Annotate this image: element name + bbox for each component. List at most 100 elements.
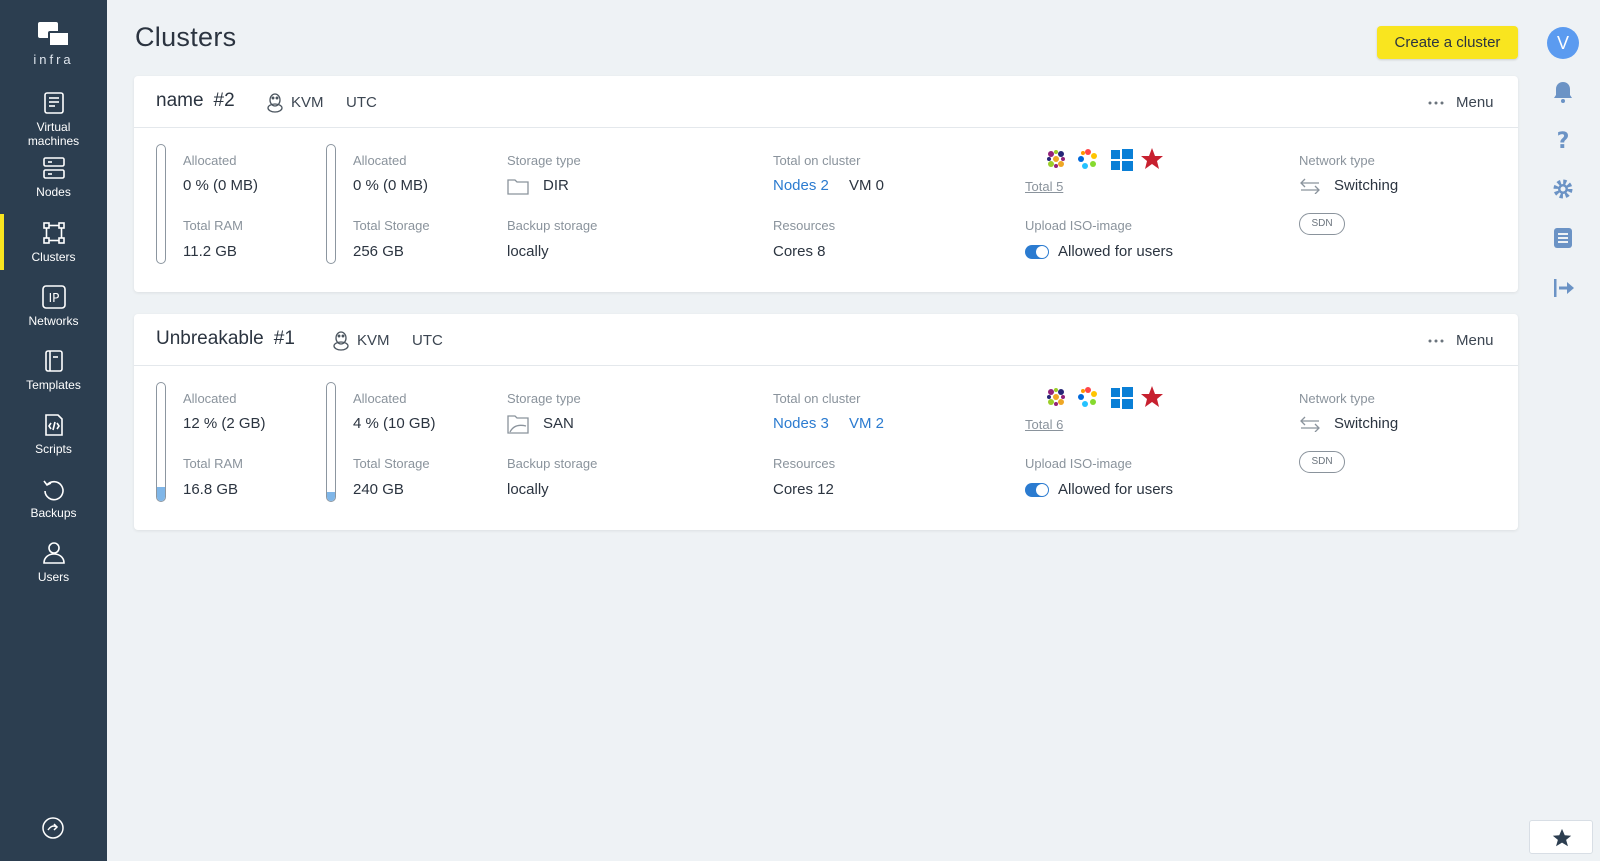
create-cluster-button[interactable]: Create a cluster [1377,26,1518,59]
total-on-cluster-label: Total on cluster [773,391,861,406]
total-ram-label: Total RAM [183,218,243,233]
more-icon[interactable] [1428,101,1444,105]
timezone-label: UTC [346,94,377,111]
ram-allocated-label: Allocated [183,391,237,406]
hypervisor-label: KVM [357,332,390,349]
sidebar-item-label: Virtual machines [27,120,80,148]
upload-iso-value: Allowed for users [1058,243,1174,260]
ram-allocated-label: Allocated [183,153,237,168]
sdn-badge: SDN [1299,213,1345,235]
logout-icon[interactable] [1550,275,1576,301]
folder-icon [507,179,529,195]
resources-value: Cores 12 [773,481,834,498]
log-icon[interactable] [1550,225,1576,251]
total-storage-value: 256 GB [353,243,404,260]
sidebar-item-label: Users [37,570,70,584]
kvm-icon [267,93,283,113]
svg-text:?: ? [1557,129,1570,153]
resources-value: Cores 8 [773,243,826,260]
total-storage-label: Total Storage [353,218,430,233]
san-icon [507,415,529,434]
sidebar-item-scripts[interactable]: Scripts [0,412,107,456]
ram-usage-bar [156,382,166,502]
hypervisor-label: KVM [291,94,324,111]
cluster-title[interactable]: Unbreakable #1 [156,328,295,350]
os-total-link[interactable]: Total 5 [1025,179,1063,194]
gear-icon[interactable] [1550,176,1576,202]
sidebar-item-templates[interactable]: Templates [0,348,107,392]
nodes-link[interactable]: Nodes 2 [773,177,829,194]
star-icon [1552,828,1572,847]
upload-iso-toggle[interactable] [1025,483,1049,497]
sidebar-item-label: Scripts [35,442,72,456]
sidebar-item-label: Networks [28,314,79,328]
total-ram-value: 11.2 GB [183,243,237,260]
total-ram-label: Total RAM [183,456,243,471]
favorites-button[interactable] [1529,820,1593,854]
bell-icon[interactable] [1550,79,1576,105]
ram-usage-fill [157,486,165,501]
upload-iso-label: Upload ISO-image [1025,218,1132,233]
cluster-card-header: Unbreakable #1 KVM UTC Menu [134,314,1518,366]
os-icons [1044,386,1184,410]
vm-link[interactable]: VM 2 [849,415,884,432]
scripts-icon [44,414,63,436]
storage-type-value: SAN [543,415,574,432]
os-total-link[interactable]: Total 6 [1025,417,1063,432]
nodes-link[interactable]: Nodes 3 [773,415,829,432]
logo-icon [37,22,70,48]
more-icon[interactable] [1428,339,1444,343]
storage-allocated-label: Allocated [353,153,407,168]
almalinux-icon [1078,387,1097,407]
cluster-title[interactable]: name #2 [156,90,235,112]
logo[interactable]: infra [0,22,107,67]
sidebar-item-backups[interactable]: Backups [0,476,107,520]
sidebar-item-virtual-machines[interactable]: Virtual machines [0,90,107,148]
cluster-name: name [156,90,204,111]
network-type-label: Network type [1299,153,1375,168]
backup-storage-label: Backup storage [507,456,598,471]
centos-icon [1047,150,1065,168]
sidebar-item-networks[interactable]: IP Networks [0,284,107,328]
cluster-card: Unbreakable #1 KVM UTC Menu Allocated 12 … [134,314,1518,530]
help-icon[interactable]: ? [1550,127,1576,153]
windows-icon [1111,149,1133,171]
total-on-cluster-label: Total on cluster [773,153,861,168]
menu-button[interactable]: Menu [1456,332,1494,349]
cluster-name: Unbreakable [156,328,264,349]
astra-linux-icon [1141,148,1163,169]
sidebar: infra Virtual machines Nodes Clusters IP… [0,0,107,861]
vm-icon [43,92,64,114]
storage-usage-bar [326,144,336,264]
switching-icon [1300,178,1320,194]
collapse-sidebar-icon[interactable] [40,815,66,841]
storage-usage-bar [326,382,336,502]
astra-linux-icon [1141,386,1163,407]
svg-text:IP: IP [48,291,59,305]
centos-icon [1047,388,1065,406]
backup-storage-value: locally [507,481,549,498]
storage-allocated-value: 0 % (0 MB) [353,177,429,194]
sidebar-item-label: Templates [26,378,81,392]
sidebar-item-label: Clusters [31,250,76,264]
network-type-label: Network type [1299,391,1375,406]
ram-usage-bar [156,144,166,264]
upload-iso-label: Upload ISO-image [1025,456,1132,471]
avatar[interactable]: V [1547,27,1579,59]
storage-usage-fill [327,491,335,501]
sidebar-item-label: Backups [30,506,77,520]
page-title: Clusters [135,22,237,52]
backup-storage-label: Backup storage [507,218,598,233]
sidebar-item-nodes[interactable]: Nodes [0,155,107,199]
menu-button[interactable]: Menu [1456,94,1494,111]
upload-iso-toggle[interactable] [1025,245,1049,259]
timezone-label: UTC [412,332,443,349]
resources-label: Resources [773,218,836,233]
sidebar-item-clusters[interactable]: Clusters [0,214,107,270]
sidebar-item-label: Nodes [36,185,71,199]
networks-icon: IP [41,285,66,309]
windows-icon [1111,387,1133,409]
cluster-card-header: name #2 KVM UTC Menu [134,76,1518,128]
logo-text: infra [33,52,74,67]
sidebar-item-users[interactable]: Users [0,540,107,584]
